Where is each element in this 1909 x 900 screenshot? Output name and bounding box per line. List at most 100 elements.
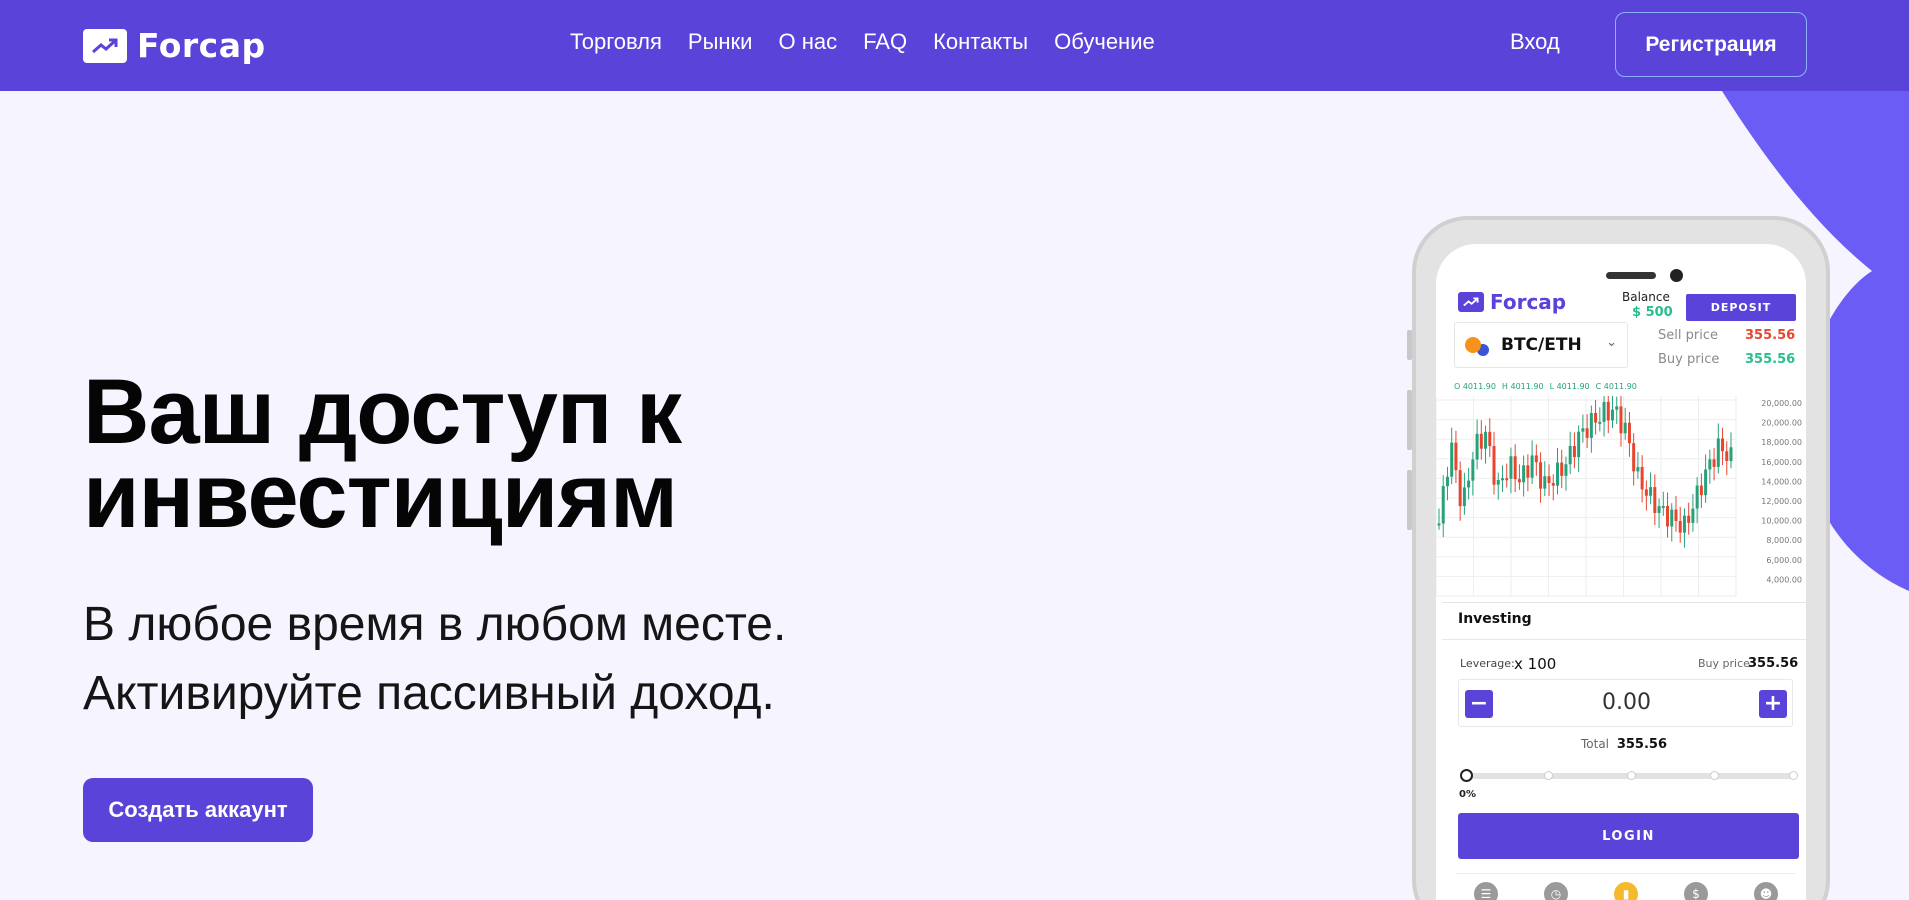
candle bbox=[1649, 487, 1653, 496]
login-link[interactable]: Вход bbox=[1510, 29, 1560, 55]
candle bbox=[1632, 443, 1636, 472]
plus-button[interactable]: + bbox=[1759, 690, 1787, 718]
slider-percent: 0% bbox=[1459, 789, 1476, 800]
investing-panel: Investing Leverage: x 100 Buy price 355.… bbox=[1442, 602, 1806, 900]
brand-logo[interactable]: Forcap bbox=[83, 26, 266, 65]
sell-price-value: 355.56 bbox=[1745, 328, 1796, 343]
hero-title-line1: Ваш доступ к bbox=[83, 361, 682, 463]
candle bbox=[1441, 486, 1445, 524]
candle bbox=[1454, 442, 1458, 471]
candle bbox=[1484, 431, 1488, 449]
candle bbox=[1725, 451, 1729, 462]
y-tick-label: 6,000.00 bbox=[1766, 556, 1802, 565]
divider bbox=[1442, 639, 1806, 640]
profile-icon[interactable]: ☻ bbox=[1754, 882, 1778, 900]
candle bbox=[1547, 476, 1551, 484]
y-tick-label: 12,000.00 bbox=[1761, 497, 1802, 506]
candle bbox=[1674, 509, 1678, 521]
balance-value: $ 500 bbox=[1632, 305, 1673, 320]
nav-item-education[interactable]: Обучение bbox=[1054, 29, 1155, 55]
candle bbox=[1509, 456, 1513, 479]
candle bbox=[1462, 487, 1466, 507]
app-bottom-nav: ☰ ◷ ▮ $ ☻ bbox=[1456, 873, 1796, 900]
create-account-button[interactable]: Создать аккаунт bbox=[83, 778, 313, 842]
candle bbox=[1467, 480, 1471, 488]
ohlc-close: C 4011.90 bbox=[1595, 382, 1637, 391]
leverage-label: Leverage: bbox=[1460, 657, 1515, 670]
hero-title: Ваш доступ к инвестициям bbox=[83, 361, 883, 547]
buy-price-label: Buy price bbox=[1658, 352, 1720, 367]
slider-step[interactable] bbox=[1627, 771, 1636, 780]
candle bbox=[1712, 459, 1716, 467]
amount-slider[interactable] bbox=[1460, 769, 1798, 782]
slider-step[interactable] bbox=[1710, 771, 1719, 780]
y-tick-label: 20,000.00 bbox=[1761, 399, 1802, 408]
candle bbox=[1450, 442, 1454, 477]
pair-selector[interactable]: BTC/ETH ⌄ bbox=[1454, 322, 1628, 368]
register-button[interactable]: Регистрация bbox=[1615, 12, 1807, 77]
candle bbox=[1534, 455, 1538, 463]
phone-side-button bbox=[1407, 390, 1412, 450]
candle bbox=[1653, 487, 1657, 513]
history-icon[interactable]: ◷ bbox=[1544, 882, 1568, 900]
menu-icon[interactable]: ☰ bbox=[1474, 882, 1498, 900]
candle bbox=[1704, 469, 1708, 496]
candle bbox=[1657, 506, 1661, 513]
candle bbox=[1691, 508, 1695, 523]
deposit-button[interactable]: DEPOSIT bbox=[1686, 294, 1796, 321]
candle bbox=[1500, 478, 1504, 481]
app-header: Forcap Balance $ 500 DEPOSIT bbox=[1436, 278, 1806, 328]
candle bbox=[1721, 438, 1725, 452]
candle bbox=[1644, 489, 1648, 496]
brand-name: Forcap bbox=[137, 26, 266, 65]
nav-item-faq[interactable]: FAQ bbox=[863, 29, 907, 55]
candle bbox=[1623, 422, 1627, 434]
nav-item-about[interactable]: О нас bbox=[778, 29, 837, 55]
app-login-button[interactable]: LOGIN bbox=[1458, 813, 1799, 859]
slider-step[interactable] bbox=[1789, 771, 1798, 780]
candle bbox=[1471, 459, 1475, 481]
candle bbox=[1437, 523, 1441, 526]
total-row: Total 355.56 bbox=[1442, 737, 1806, 752]
candle bbox=[1661, 505, 1665, 508]
slider-handle[interactable] bbox=[1460, 769, 1473, 782]
chart-icon[interactable]: ▮ bbox=[1614, 882, 1638, 900]
ohlc-high: H 4011.90 bbox=[1501, 382, 1544, 391]
nav-item-trading[interactable]: Торговля bbox=[570, 29, 662, 55]
amount-input[interactable]: 0.00 bbox=[1459, 690, 1794, 715]
y-tick-label: 8,000.00 bbox=[1766, 536, 1802, 545]
candle bbox=[1475, 433, 1479, 460]
bitcoin-icon bbox=[1465, 337, 1481, 353]
candle bbox=[1670, 509, 1674, 527]
candle bbox=[1496, 479, 1500, 485]
candle bbox=[1682, 515, 1686, 533]
dollar-icon[interactable]: $ bbox=[1684, 882, 1708, 900]
hero-title-line2: инвестициям bbox=[83, 445, 678, 547]
nav-item-contacts[interactable]: Контакты bbox=[933, 29, 1028, 55]
buy-price-value: 355.56 bbox=[1745, 352, 1796, 367]
y-tick-label: 20,000.00 bbox=[1761, 419, 1802, 428]
main-nav: Торговля Рынки О нас FAQ Контакты Обучен… bbox=[570, 29, 1155, 55]
candle bbox=[1666, 505, 1670, 527]
candle bbox=[1526, 465, 1530, 478]
candle bbox=[1555, 462, 1559, 486]
leverage-value[interactable]: x 100 bbox=[1514, 655, 1556, 673]
ohlc-low: L 4011.90 bbox=[1549, 382, 1590, 391]
nav-item-markets[interactable]: Рынки bbox=[688, 29, 753, 55]
candle bbox=[1589, 412, 1593, 438]
phone-side-button bbox=[1407, 470, 1412, 530]
candle bbox=[1640, 466, 1644, 490]
candle bbox=[1479, 433, 1483, 449]
candle bbox=[1543, 476, 1547, 489]
trending-up-icon bbox=[83, 28, 127, 63]
candle bbox=[1619, 406, 1623, 434]
candle bbox=[1729, 447, 1733, 462]
app-brand-name: Forcap bbox=[1490, 290, 1567, 314]
balance-label: Balance bbox=[1622, 290, 1670, 304]
candle bbox=[1581, 428, 1585, 432]
candle bbox=[1458, 470, 1462, 507]
slider-step[interactable] bbox=[1544, 771, 1553, 780]
candle bbox=[1572, 446, 1576, 458]
candle bbox=[1627, 422, 1631, 444]
candle bbox=[1551, 483, 1555, 486]
